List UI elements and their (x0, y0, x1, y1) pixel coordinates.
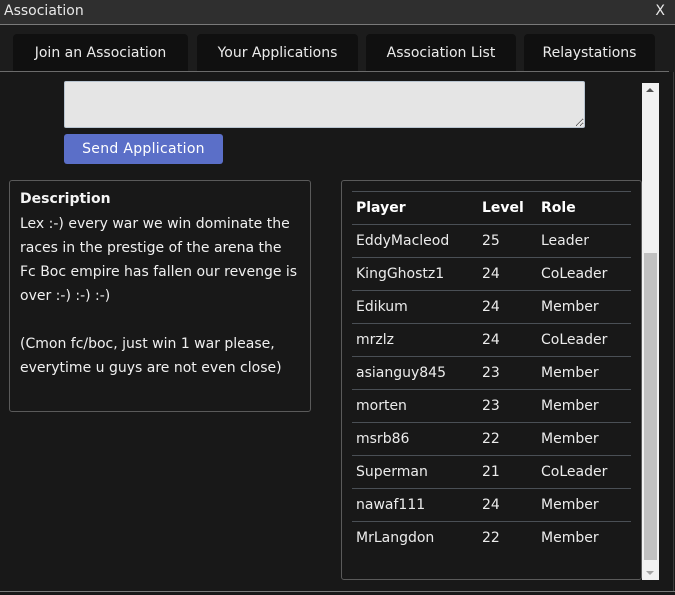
tab-relaystations[interactable]: Relaystations (524, 34, 655, 72)
scroll-down-arrow-icon[interactable] (642, 566, 659, 580)
association-window: Association X Join an Association Your A… (0, 0, 675, 595)
table-row: MrLangdon 22 Member (352, 522, 631, 555)
player-level: 24 (478, 257, 537, 291)
player-name: mrzlz (352, 323, 478, 357)
close-button[interactable]: X (655, 3, 665, 19)
table-row: Superman 21 CoLeader (352, 455, 631, 489)
table-row: mrzlz 24 CoLeader (352, 323, 631, 357)
player-role: CoLeader (537, 323, 631, 357)
tab-association-list[interactable]: Association List (366, 34, 516, 72)
player-level: 22 (478, 422, 537, 456)
window-right-border (673, 72, 674, 592)
description-panel: Description Lex :-) every war we win dom… (9, 180, 311, 412)
player-name: MrLangdon (356, 530, 435, 546)
table-row: Edikum 24 Member (352, 290, 631, 324)
player-level: 21 (478, 455, 537, 489)
player-role: CoLeader (537, 455, 631, 489)
tab-join-association[interactable]: Join an Association (13, 34, 188, 72)
description-text: Lex :-) every war we win dominate the ra… (20, 216, 298, 376)
player-name: nawaf111 (352, 488, 478, 522)
player-name: asianguy845 (352, 356, 478, 390)
tab-bar: Join an Association Your Applications As… (0, 25, 675, 72)
player-level: 23 (478, 389, 537, 423)
player-level: 24 (478, 290, 537, 324)
scroll-up-arrow-icon[interactable] (642, 83, 659, 97)
members-table: Player Level Role EddyMacleod 25 Leader … (352, 191, 631, 554)
player-level: 25 (478, 224, 537, 258)
player-role: Member (537, 356, 631, 390)
player-role: Member (537, 488, 631, 522)
tab-your-applications[interactable]: Your Applications (197, 34, 358, 72)
player-name: msrb86 (352, 422, 478, 456)
player-name: morten (352, 389, 478, 423)
header-level: Level (478, 191, 537, 225)
window-title: Association (4, 3, 84, 19)
player-level: 24 (478, 323, 537, 357)
table-row: msrb86 22 Member (352, 422, 631, 456)
player-name: KingGhostz1 (352, 257, 478, 291)
player-role: Member (541, 530, 599, 546)
header-role: Role (537, 191, 631, 225)
window-bottom-border (0, 591, 675, 592)
vertical-scrollbar[interactable] (642, 83, 659, 580)
player-role: Member (537, 422, 631, 456)
player-name: Superman (352, 455, 478, 489)
content-panel: Send Application Description Lex :-) eve… (0, 72, 675, 592)
scrollbar-thumb[interactable] (644, 253, 657, 560)
player-role: CoLeader (537, 257, 631, 291)
header-player: Player (352, 191, 478, 225)
send-application-button[interactable]: Send Application (64, 134, 223, 164)
table-row: KingGhostz1 24 CoLeader (352, 257, 631, 291)
player-name: EddyMacleod (352, 224, 478, 258)
player-level: 22 (482, 530, 500, 546)
player-level: 23 (478, 356, 537, 390)
description-title: Description (20, 191, 111, 207)
table-row: nawaf111 24 Member (352, 488, 631, 522)
members-panel: Player Level Role EddyMacleod 25 Leader … (341, 180, 642, 580)
table-header-row: Player Level Role (352, 191, 631, 225)
player-role: Member (537, 290, 631, 324)
player-name: Edikum (352, 290, 478, 324)
title-bar: Association X (0, 0, 675, 25)
table-row: asianguy845 23 Member (352, 356, 631, 390)
player-role: Leader (537, 224, 631, 258)
table-row: EddyMacleod 25 Leader (352, 224, 631, 258)
player-level: 24 (478, 488, 537, 522)
table-row: morten 23 Member (352, 389, 631, 423)
application-textarea[interactable] (64, 81, 585, 128)
player-role: Member (537, 389, 631, 423)
